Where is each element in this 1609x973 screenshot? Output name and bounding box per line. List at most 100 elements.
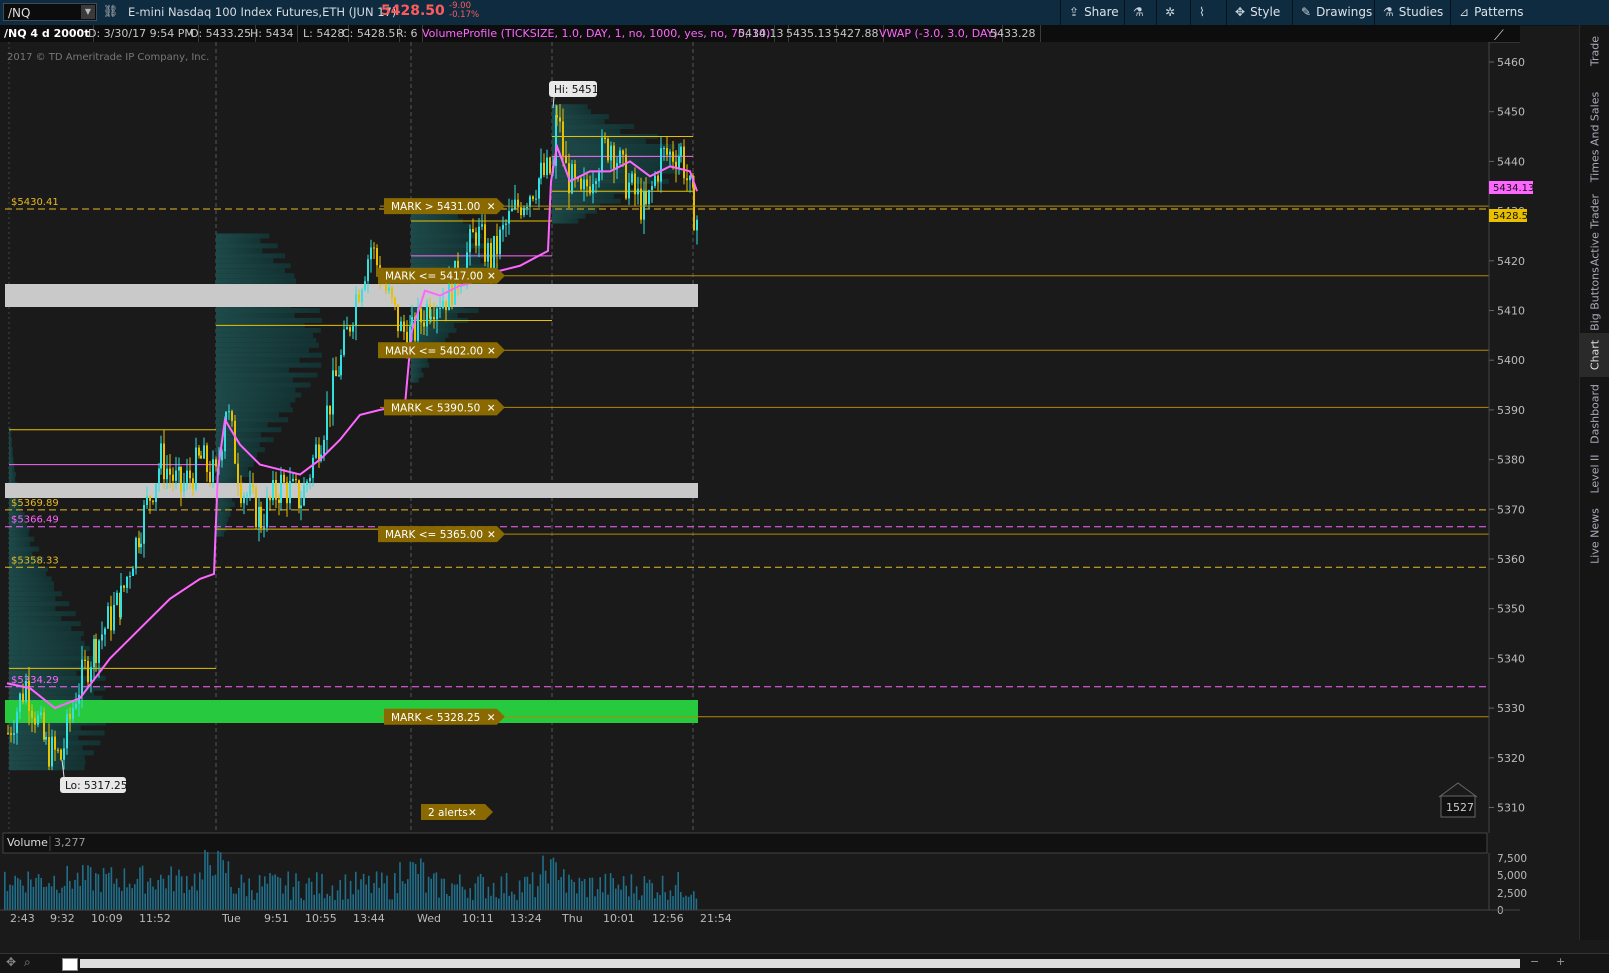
volume-bar bbox=[147, 881, 149, 910]
mark-close-icon[interactable]: ✕ bbox=[487, 712, 496, 724]
volume-bar bbox=[591, 877, 594, 910]
price-chart[interactable]: $5430.41 $5369.89 $5366.49 $5358.33 $5334.29… bbox=[0, 25, 1579, 953]
volume-bar bbox=[339, 880, 341, 910]
share-button[interactable]: ⇪ Share bbox=[1060, 0, 1124, 25]
side-tab-chart[interactable]: Chart bbox=[1580, 333, 1609, 377]
volume-bar bbox=[277, 876, 279, 910]
side-tab-dashboard[interactable]: Dashboard bbox=[1580, 380, 1609, 448]
zoom-out-icon[interactable]: − bbox=[1530, 955, 1539, 968]
volume-bar bbox=[576, 893, 578, 910]
volume-bar bbox=[45, 886, 48, 910]
side-tab-trade[interactable]: Trade bbox=[1580, 25, 1609, 77]
volume-bar bbox=[274, 874, 276, 910]
volume-bar bbox=[368, 875, 370, 910]
volume-bar bbox=[173, 891, 175, 910]
volume-bar bbox=[167, 875, 170, 910]
volume-bar bbox=[349, 880, 352, 910]
mark-close-icon[interactable]: ✕ bbox=[487, 201, 496, 213]
volume-bar bbox=[635, 886, 638, 910]
volume-bar bbox=[607, 894, 609, 910]
volume-profile-bar bbox=[9, 636, 82, 642]
volume-profile-bar bbox=[216, 312, 295, 318]
candle-body bbox=[237, 463, 239, 484]
volume-bar bbox=[17, 877, 19, 910]
time-tick-label: 10:01 bbox=[603, 912, 635, 925]
volume-bar bbox=[425, 892, 427, 910]
side-tab-big-buttons[interactable]: Big Buttons bbox=[1580, 267, 1609, 331]
bottom-scrollbar[interactable]: ✥ ⌕ − + bbox=[0, 953, 1609, 973]
drawings-label: Drawings bbox=[1316, 5, 1373, 19]
volume-bar bbox=[300, 898, 302, 910]
volume-bar bbox=[630, 874, 633, 910]
candle-body bbox=[19, 693, 21, 712]
candle-body bbox=[249, 484, 251, 496]
candle-body bbox=[628, 182, 630, 199]
style-button[interactable]: ✥ Style bbox=[1226, 0, 1292, 25]
candle-body bbox=[426, 304, 428, 327]
alerts-close-icon[interactable]: ✕ bbox=[468, 807, 477, 819]
mark-close-icon[interactable]: ✕ bbox=[487, 529, 496, 541]
volume-profile-bar bbox=[9, 660, 81, 666]
gear-icon: ✲ bbox=[1165, 5, 1176, 19]
candle-body bbox=[520, 207, 522, 216]
candle-body bbox=[364, 281, 366, 290]
volume-bar bbox=[427, 876, 430, 910]
candle-body bbox=[75, 703, 77, 709]
candle-body bbox=[475, 232, 477, 246]
tick-counter: 1527 bbox=[1446, 801, 1474, 814]
scroll-track[interactable] bbox=[80, 959, 1520, 968]
price-tick-label: 5350 bbox=[1497, 603, 1525, 616]
volume-tick-label: 2,500 bbox=[1497, 888, 1527, 900]
candle-body bbox=[472, 229, 474, 233]
chart-mode-button[interactable]: ⌇ bbox=[1190, 0, 1226, 25]
candle-body bbox=[583, 179, 585, 190]
draw-tool-icon[interactable]: ⟋ bbox=[1494, 28, 1504, 44]
candle-body bbox=[445, 300, 447, 311]
mark-close-icon[interactable]: ✕ bbox=[487, 345, 496, 357]
side-tab-active-trader[interactable]: Active Trader bbox=[1580, 194, 1609, 266]
candle-body bbox=[152, 500, 154, 503]
time-tick-label: 11:52 bbox=[139, 912, 171, 925]
volume-bar bbox=[568, 874, 570, 910]
pan-icon[interactable]: ✥ bbox=[6, 955, 16, 969]
volume-profile-bar bbox=[9, 730, 105, 736]
side-tab-times-and-sales[interactable]: Times And Sales bbox=[1580, 80, 1609, 193]
volume-bar bbox=[279, 877, 282, 910]
mark-close-icon[interactable]: ✕ bbox=[487, 271, 496, 283]
volume-axis: 7,500 5,000 2,500 0 bbox=[1497, 853, 1527, 917]
zoom-in-icon[interactable]: + bbox=[1556, 955, 1565, 968]
price-level-label: $5366.49 bbox=[11, 515, 59, 526]
link-icon[interactable]: ⛓ bbox=[103, 4, 118, 19]
zoom-icon[interactable]: ⌕ bbox=[24, 955, 31, 970]
volume-bar bbox=[105, 874, 107, 910]
volume-bar bbox=[565, 892, 568, 910]
patterns-button[interactable]: ⊿ Patterns bbox=[1450, 0, 1532, 25]
volume-profile-bar bbox=[411, 377, 420, 383]
volume-profile-bar bbox=[216, 233, 270, 239]
volume-bar bbox=[570, 879, 573, 910]
candle-body bbox=[295, 478, 297, 481]
price-axis[interactable]: 5460545054405430542054105400539053805370… bbox=[1489, 56, 1525, 815]
candle-body bbox=[619, 150, 621, 164]
scroll-thumb-start[interactable] bbox=[62, 958, 78, 971]
volume-profile-bar bbox=[216, 377, 293, 383]
volume-profile-bar bbox=[216, 357, 300, 363]
volume-profile-bar bbox=[552, 198, 621, 204]
volume-bar bbox=[516, 900, 518, 910]
mark-close-icon[interactable]: ✕ bbox=[487, 402, 496, 414]
mark-label: MARK < 5390.50 bbox=[391, 402, 480, 414]
candle-body bbox=[203, 445, 205, 459]
settings-button[interactable]: ✲ bbox=[1156, 0, 1190, 25]
studies-button[interactable]: ⚗ Studies bbox=[1374, 0, 1450, 25]
drawings-button[interactable]: ✎ Drawings bbox=[1292, 0, 1374, 25]
volume-bar bbox=[56, 889, 58, 910]
time-axis[interactable]: 2:43 9:32 10:09 11:52 Tue 9:51 10:55 13:44 Wed 10… bbox=[10, 912, 732, 925]
flask-button[interactable]: ⚗ bbox=[1124, 0, 1156, 25]
candle-body bbox=[329, 405, 331, 415]
side-tab-level-ii[interactable]: Level II bbox=[1580, 450, 1609, 498]
side-tab-live-news[interactable]: Live News bbox=[1580, 501, 1609, 571]
candle-body bbox=[149, 496, 151, 501]
symbol-dropdown-icon[interactable]: ▼ bbox=[81, 5, 95, 19]
candle-body bbox=[258, 506, 260, 527]
volume-profile-bar bbox=[9, 626, 72, 632]
